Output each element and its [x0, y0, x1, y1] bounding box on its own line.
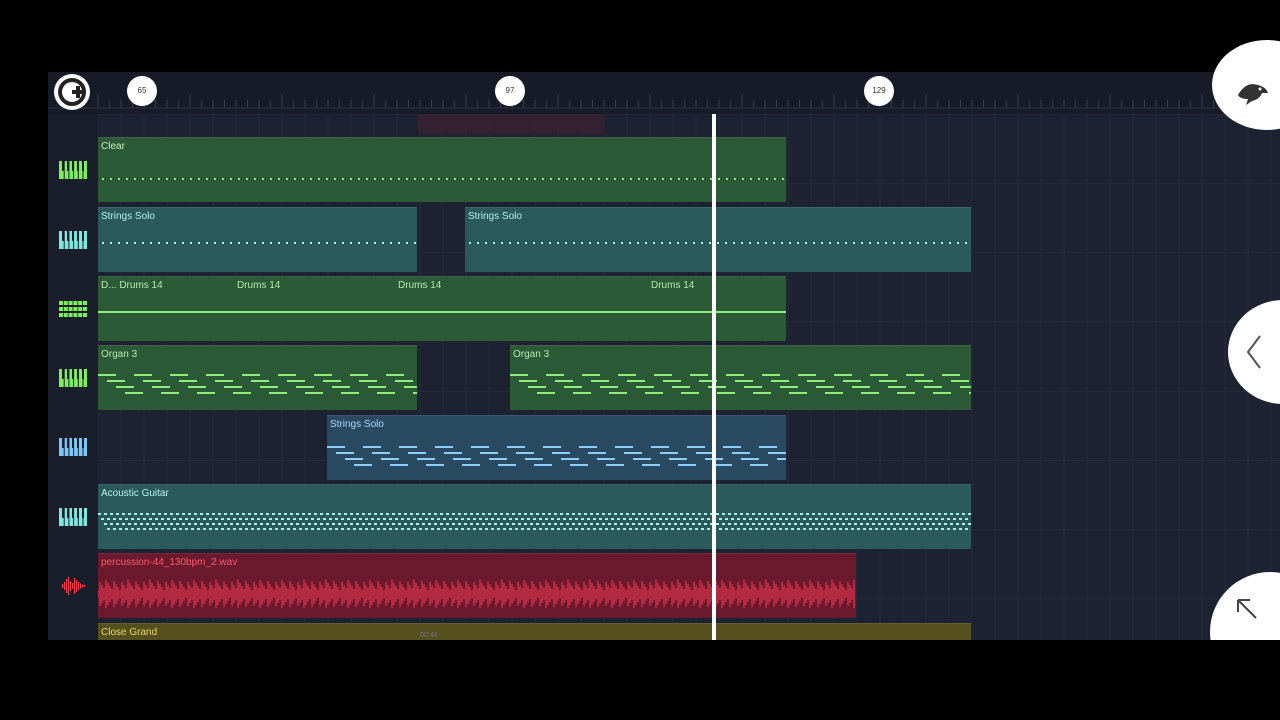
ruler-ticks [48, 94, 1280, 109]
timeline-marker[interactable]: 129 [864, 76, 894, 106]
piano-icon[interactable] [58, 436, 88, 458]
playhead[interactable] [712, 114, 716, 640]
clip-percussion-audio[interactable]: percussion-44_130bpm_2.wav [98, 553, 856, 618]
playlist-window: Clear Strings Solo Strings Solo D... Dru… [48, 72, 1280, 640]
chevron-left-icon [1246, 335, 1261, 369]
logo-icon [58, 78, 87, 106]
clip-clear[interactable]: Clear [98, 137, 786, 202]
clip-close-grand[interactable]: Close Grand [98, 623, 971, 640]
clip-label: percussion-44_130bpm_2.wav [101, 557, 238, 568]
clip-label: Strings Solo [330, 419, 384, 430]
piano-icon[interactable] [58, 229, 88, 251]
clip-organ-3[interactable]: Organ 3 [98, 345, 417, 410]
clip-organ-3[interactable]: Organ 3 [510, 345, 971, 410]
clip-acoustic-guitar[interactable]: Acoustic Guitar [98, 484, 971, 549]
arrow-up-left-icon [1237, 599, 1257, 619]
clip-notes [98, 374, 417, 394]
letterbox-bottom [0, 640, 1280, 720]
drum-pattern-icon[interactable] [58, 298, 88, 320]
clip-label: Close Grand [101, 627, 158, 638]
clip-label: Strings Solo [101, 211, 155, 222]
clip-label: Organ 3 [101, 349, 138, 360]
timeline-marker[interactable]: 97 [495, 76, 525, 106]
song-position-time: 00:44 [420, 632, 438, 639]
timeline-ruler[interactable]: 65 97 129 [48, 72, 1280, 114]
piano-icon[interactable] [58, 506, 88, 528]
clip-notes [98, 513, 971, 530]
clip-label: Drums 14 [651, 280, 695, 291]
clip-notes [469, 242, 967, 244]
bird-icon [1238, 84, 1268, 105]
piano-icon[interactable] [58, 159, 88, 181]
app-logo-button[interactable] [54, 74, 90, 110]
clip-label: Acoustic Guitar [101, 488, 169, 499]
track-icon-column [48, 114, 98, 640]
clip-notes [327, 446, 786, 466]
clip-label: Drums 14 [398, 280, 442, 291]
clip-label: D... Drums 14 [101, 280, 163, 291]
clip-strings-solo-blue[interactable]: Strings Solo [327, 415, 786, 480]
clip-label: Strings Solo [468, 211, 522, 222]
clip-notes [102, 178, 784, 180]
waveform-icon[interactable] [58, 575, 88, 597]
clip-label: Clear [101, 141, 125, 152]
timeline-marker[interactable]: 65 [127, 76, 157, 106]
clip-label: Organ 3 [513, 349, 550, 360]
clip-strings-solo[interactable]: Strings Solo [465, 207, 971, 272]
clip-strings-solo[interactable]: Strings Solo [98, 207, 417, 272]
clip-drums-14[interactable]: D... Drums 14 Drums 14 Drums 14 Drums 14 [98, 276, 786, 341]
piano-icon[interactable] [58, 367, 88, 389]
clip-notes [510, 374, 971, 394]
clip-label: Drums 14 [237, 280, 281, 291]
